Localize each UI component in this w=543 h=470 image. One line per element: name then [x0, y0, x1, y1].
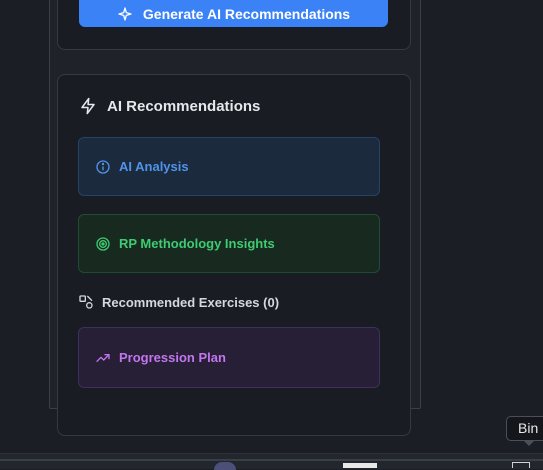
- taskbar: [0, 453, 543, 469]
- lightning-icon: [79, 96, 97, 116]
- tooltip-arrow: [523, 440, 535, 446]
- bin-icon[interactable]: [512, 462, 530, 468]
- generate-recommendations-button[interactable]: Generate AI Recommendations: [79, 0, 388, 27]
- rp-insights-section[interactable]: RP Methodology Insights: [78, 214, 380, 273]
- ai-analysis-section[interactable]: AI Analysis: [78, 137, 380, 196]
- taskbar-app-icon[interactable]: [214, 462, 236, 470]
- taskbar-divider: [0, 459, 543, 461]
- recommended-exercises-heading: Recommended Exercises (0): [78, 293, 279, 311]
- shapes-icon: [78, 294, 94, 310]
- bin-tooltip: Bin: [506, 416, 543, 441]
- generate-button-label: Generate AI Recommendations: [142, 5, 351, 22]
- sparkles-icon: [117, 0, 133, 21]
- info-icon: [95, 159, 111, 175]
- taskbar-window-thumbnail[interactable]: [343, 463, 377, 468]
- recommended-exercises-label: Recommended Exercises (0): [102, 294, 280, 310]
- ai-analysis-label: AI Analysis: [119, 159, 189, 174]
- tooltip-text: Bin: [518, 420, 539, 436]
- ai-recommendations-title: AI Recommendations: [79, 96, 260, 116]
- target-icon: [95, 236, 111, 252]
- trending-up-icon: [95, 350, 111, 366]
- progression-plan-section[interactable]: Progression Plan: [78, 327, 380, 388]
- card-title-text: AI Recommendations: [107, 97, 261, 115]
- rp-insights-label: RP Methodology Insights: [119, 236, 275, 251]
- progression-plan-label: Progression Plan: [119, 350, 226, 365]
